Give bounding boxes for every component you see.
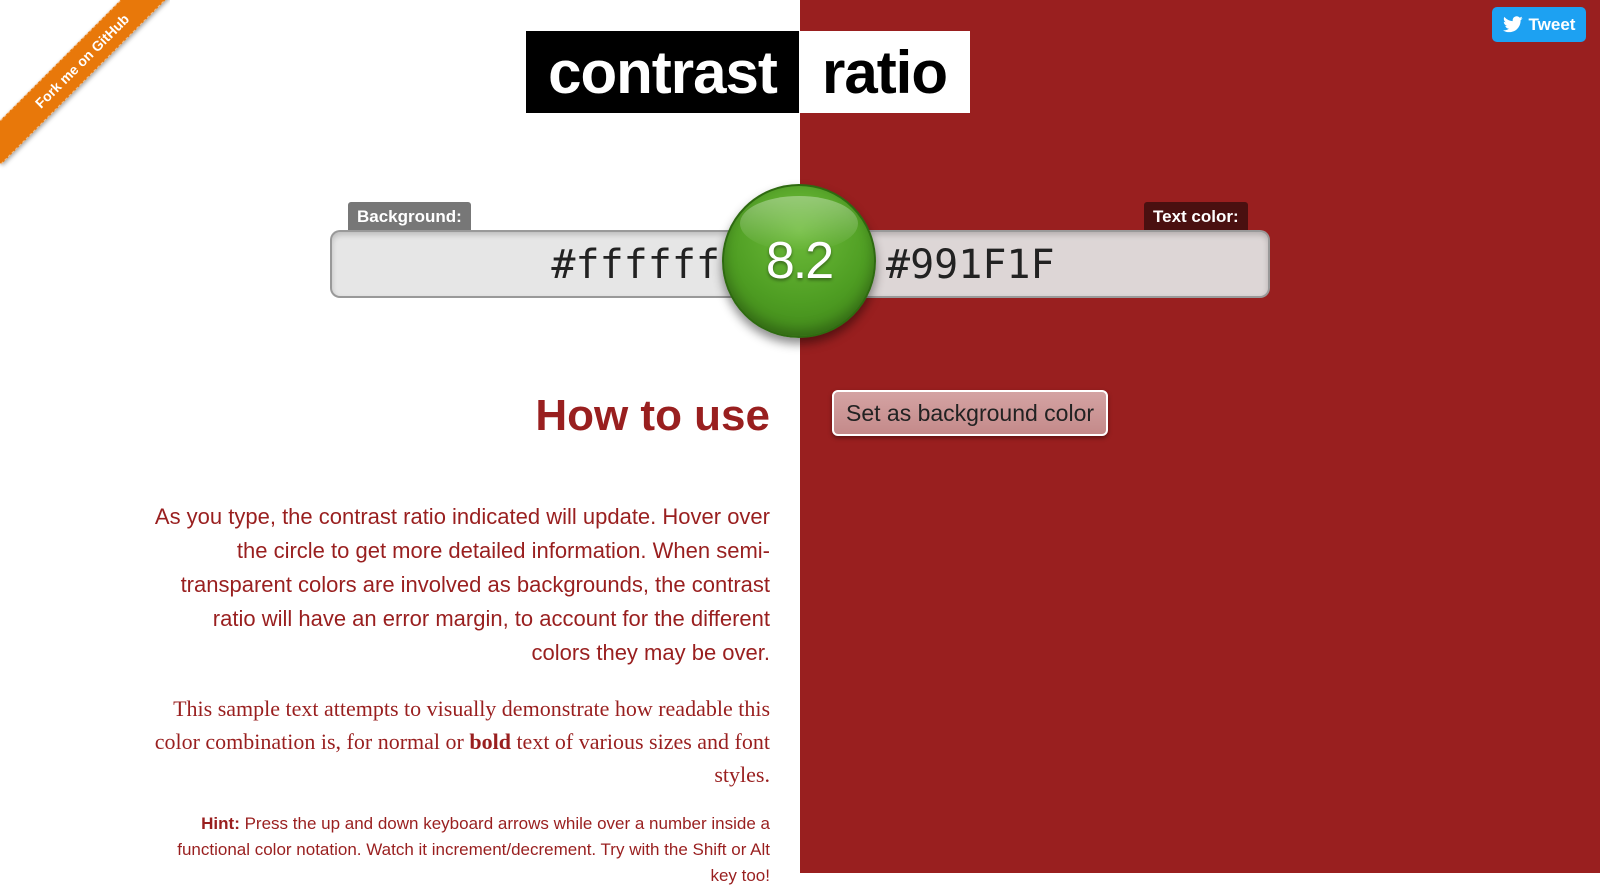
how-to-use-heading: How to use xyxy=(535,391,770,440)
hint-text: Press the up and down keyboard arrows wh… xyxy=(177,814,770,885)
sample-text-end: text of various sizes and font styles. xyxy=(510,729,770,787)
set-as-background-button[interactable]: Set as background color xyxy=(832,390,1109,436)
hint-paragraph: Hint: Press the up and down keyboard arr… xyxy=(150,811,770,889)
logo-ratio: ratio xyxy=(799,31,970,113)
tweet-button[interactable]: Tweet xyxy=(1492,7,1586,42)
instructions-paragraph: As you type, the contrast ratio indicate… xyxy=(154,504,770,665)
hint-label: Hint: xyxy=(201,814,240,833)
tweet-label: Tweet xyxy=(1528,14,1576,34)
sample-text-bold: bold xyxy=(469,729,511,754)
fork-ribbon-container: Fork me on GitHub xyxy=(0,0,170,170)
site-logo: contrast ratio xyxy=(526,31,970,113)
logo-contrast: contrast xyxy=(526,31,799,113)
how-to-use-section: How to use As you type, the contrast rat… xyxy=(150,388,770,889)
contrast-ratio-value: 8.2 xyxy=(765,232,834,290)
text-color-input[interactable] xyxy=(884,232,1258,298)
twitter-bird-icon xyxy=(1502,16,1523,33)
sample-text-paragraph: This sample text attempts to visually de… xyxy=(150,692,770,791)
text-color-label: Text color: xyxy=(1144,202,1248,232)
fork-me-ribbon[interactable]: Fork me on GitHub xyxy=(0,0,170,165)
background-color-input[interactable] xyxy=(342,232,722,298)
contrast-ratio-circle[interactable]: 8.2 xyxy=(722,184,876,338)
text-color-preview-half xyxy=(800,0,1600,873)
background-label: Background: xyxy=(348,202,471,232)
